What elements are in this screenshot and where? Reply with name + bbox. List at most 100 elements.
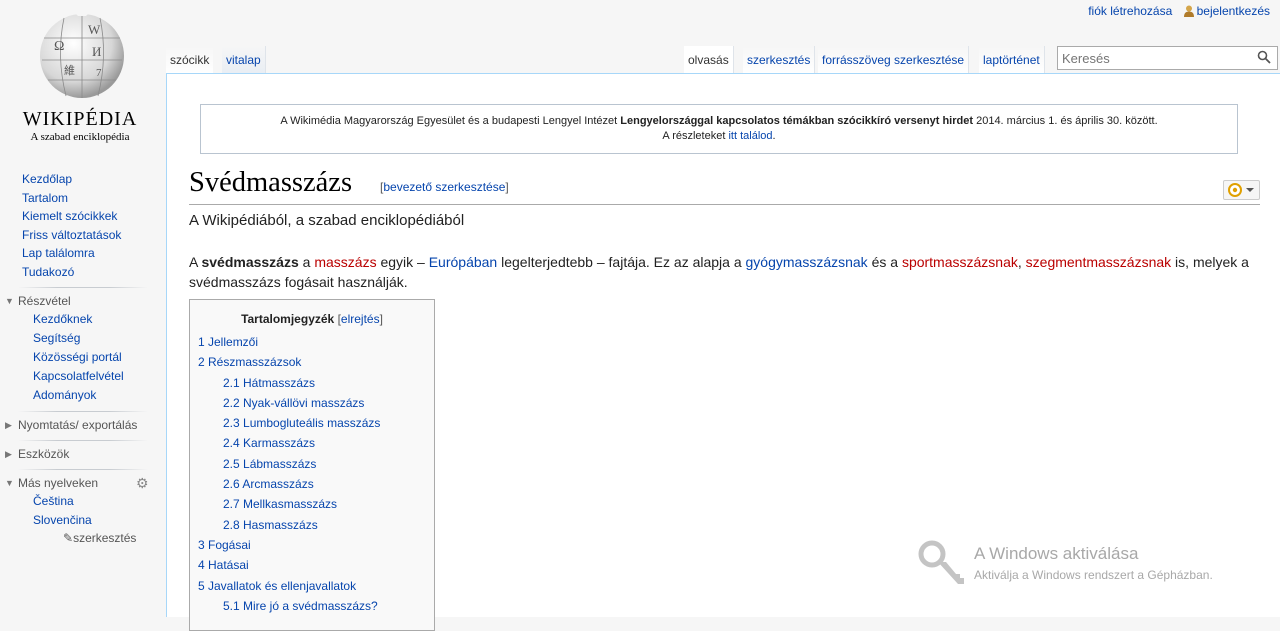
portal-languages-header[interactable]: ▼ Más nyelveken ⚙ [0,474,160,492]
site-notice-line-2: A részleteket itt találod. [201,129,1237,144]
portal-participation-header[interactable]: ▼ Részvétel [0,292,160,310]
sidebar-nav: Kezdőlap Tartalom Kiemelt szócikkek Fris… [0,170,160,281]
login-link[interactable]: bejelentkezés [1197,4,1270,18]
toc-header: Tartalomjegyzék [elrejtés] [190,312,434,326]
create-account-link[interactable]: fiók létrehozása [1088,4,1172,18]
link-europe[interactable]: Európában [429,254,498,270]
toc-item[interactable]: 5 Javallatok és ellenjavallatok [190,576,434,596]
toc-item[interactable]: 5.1 Mire jó a svédmasszázs? [190,596,434,616]
text: A [189,254,202,270]
toc-item[interactable]: 4 Hatásai [190,555,434,575]
text: , [1017,254,1026,270]
intro-paragraph: A svédmasszázs a masszázs egyik – Európá… [189,252,1249,292]
toc-item[interactable]: 2.3 Lumbogluteális masszázs [190,413,434,433]
toc-item[interactable]: 2.5 Lábmasszázs [190,454,434,474]
search-icon[interactable] [1257,50,1271,64]
key-icon [918,540,964,584]
divider [18,440,148,441]
sidebar-item-random[interactable]: Lap találomra [0,244,160,263]
svg-text:7: 7 [96,67,102,79]
gear-icon[interactable]: ⚙ [136,474,149,492]
sidebar-item-beginners[interactable]: Kezdőknek [0,310,160,329]
bracket: ] [379,312,383,326]
toc-list: 1 Jellemzői 2 Részmasszázsok 2.1 Hátmasszá… [190,332,434,616]
toc-item[interactable]: 2.4 Karmasszázs [190,433,434,453]
edit-links-label: szerkesztés [73,531,137,545]
tab-talk[interactable]: vitalap [222,46,266,73]
globe-icon: Ω W И 維 7 [40,8,124,98]
site-notice-link[interactable]: itt találod [728,130,772,142]
windows-activation-subtitle: Aktiválja a Windows rendszert a Gépházba… [974,568,1213,582]
toc-item[interactable]: 2.8 Hasmasszázs [190,515,434,535]
windows-activation-title: A Windows aktiválása [974,544,1139,563]
windows-activation-watermark: A Windows aktiválása Aktiválja a Windows… [918,540,1278,590]
wikipedia-logo[interactable]: Ω W И 維 7 WIKIPÉDIA A szabad enciklopédi… [0,0,160,160]
portal-participation-label: Részvétel [18,294,71,308]
logo-tagline: A szabad enciklopédia [30,131,130,143]
logo-wordmark: WIKIPÉDIA [22,108,138,130]
sidebar-item-donations[interactable]: Adományok [0,386,160,405]
content-area: A Wikimédia Magyarország Egyesület és a … [166,73,1280,631]
user-icon [1183,5,1194,17]
toc-item[interactable]: 2.1 Hátmasszázs [190,373,434,393]
chevron-down-icon: ▼ [5,478,14,488]
portal-tools-label: Eszközök [18,447,70,461]
redlink-segment-massage[interactable]: szegmentmasszázsnak [1026,254,1172,270]
toc-item[interactable]: 1 Jellemzői [190,332,434,352]
text: és a [867,254,902,270]
eye-icon [1228,183,1254,197]
sidebar-item-main-page[interactable]: Kezdőlap [0,170,160,189]
site-notice-text: A részleteket [662,130,729,142]
site-notice-text: 2014. március 1. és április 30. között. [973,115,1158,127]
sidebar-item-contact[interactable]: Kapcsolatfelvétel [0,367,160,386]
redlink-sports-massage[interactable]: sportmasszázsnak [902,254,1018,270]
toc-item[interactable]: 2 Részmasszázsok [190,352,434,372]
language-link-slovak[interactable]: Slovenčina [0,511,160,530]
tab-read[interactable]: olvasás [684,46,734,73]
language-link-czech[interactable]: Čeština [0,492,160,511]
svg-text:W: W [88,22,101,37]
redlink-massage[interactable]: masszázs [314,254,376,270]
site-subtitle: A Wikipédiából, a szabad enciklopédiából [189,212,465,229]
toc-item[interactable]: 3 Fogásai [190,535,434,555]
sidebar-item-recent-changes[interactable]: Friss változtatások [0,226,160,245]
site-notice: A Wikimédia Magyarország Egyesület és a … [200,104,1238,154]
edit-interlanguage-links[interactable]: ✎szerkesztés [0,530,160,546]
sidebar-item-contents[interactable]: Tartalom [0,189,160,208]
portal-tools-header[interactable]: ▶ Eszközök [0,445,160,463]
toc-item[interactable]: 2.6 Arcmasszázs [190,474,434,494]
site-notice-text: . [772,130,776,142]
divider [18,287,148,288]
text: legelterjedtebb – fajtája. Ez az alapja … [497,254,746,270]
tab-history[interactable]: laptörténet [979,46,1045,73]
toc-item[interactable]: 2.2 Nyak-vállövi masszázs [190,393,434,413]
toc-hide-toggle[interactable]: elrejtés [341,312,380,326]
chevron-right-icon: ▶ [5,420,12,430]
personal-tools: fiók létrehozása bejelentkezés [1088,4,1270,18]
watch-menu-button[interactable] [1223,180,1260,200]
toc-title: Tartalomjegyzék [241,312,335,326]
search-box [1057,46,1278,70]
svg-text:維: 維 [64,64,75,77]
link-therapeutic-massage[interactable]: gyógymasszázsnak [746,254,868,270]
search-input[interactable] [1058,47,1251,69]
site-notice-bold: Lengyelországgal kapcsolatos témákban sz… [620,115,974,127]
divider [18,469,148,470]
sidebar-item-community-portal[interactable]: Közösségi portál [0,348,160,367]
sidebar-item-featured[interactable]: Kiemelt szócikkek [0,207,160,226]
page-title: Svédmasszázs [189,167,353,198]
chevron-right-icon: ▶ [5,449,12,459]
portal-print-export-header[interactable]: ▶ Nyomtatás/ exportálás [0,416,160,434]
chevron-down-icon: ▼ [5,296,14,306]
bold-term: svédmasszázs [201,254,299,270]
svg-text:Ω: Ω [54,39,64,54]
tab-edit-source[interactable]: forrásszöveg szerkesztése [818,46,970,73]
toc-item[interactable]: 2.7 Mellkasmasszázs [190,494,434,514]
tab-article[interactable]: szócikk [166,46,214,73]
table-of-contents: Tartalomjegyzék [elrejtés] 1 Jellemzői 2 … [189,299,435,631]
portal-print-export-label: Nyomtatás/ exportálás [18,418,138,432]
edit-intro-link[interactable]: bevezető szerkesztése [383,180,505,194]
sidebar-item-help[interactable]: Segítség [0,329,160,348]
sidebar-item-reference-desk[interactable]: Tudakozó [0,263,160,282]
tab-edit[interactable]: szerkesztés [743,46,816,73]
